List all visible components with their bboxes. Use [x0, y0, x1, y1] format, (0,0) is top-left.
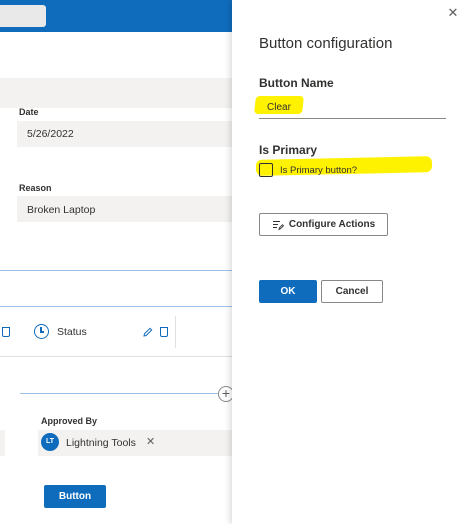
edit-icon[interactable] — [143, 327, 153, 337]
date-label: Date — [19, 107, 39, 117]
configure-actions-label: Configure Actions — [288, 219, 376, 230]
background-form: Date 5/26/2022 Reason Broken Laptop Stat… — [0, 0, 232, 524]
is-primary-checkbox[interactable] — [259, 163, 273, 177]
clock-icon — [34, 324, 49, 339]
form-header-strip — [0, 78, 232, 108]
divider — [0, 356, 232, 357]
ok-button[interactable]: OK — [259, 280, 317, 303]
configure-actions-button[interactable]: Configure Actions — [259, 213, 388, 236]
button-configuration-panel: ✕ Button configuration Button Name Is Pr… — [232, 0, 474, 524]
trash-icon[interactable] — [2, 327, 10, 337]
trash-icon[interactable] — [160, 327, 168, 337]
command-bar-button[interactable] — [0, 5, 46, 27]
section-divider — [0, 306, 232, 307]
top-command-bar — [0, 0, 232, 32]
approver-name: Lightning Tools — [66, 437, 136, 449]
remove-icon[interactable]: ✕ — [146, 435, 155, 448]
cancel-button[interactable]: Cancel — [321, 280, 383, 303]
is-primary-checkbox-row[interactable]: Is Primary button? — [259, 163, 357, 177]
status-tab-label: Status — [57, 326, 87, 338]
button-name-label: Button Name — [259, 76, 334, 90]
reason-label: Reason — [19, 183, 52, 193]
reason-value: Broken Laptop — [27, 204, 96, 216]
add-icon[interactable]: + — [218, 386, 232, 402]
field-box — [0, 430, 5, 456]
approved-by-label: Approved By — [41, 416, 98, 426]
button-name-input[interactable] — [259, 96, 446, 119]
form-button[interactable]: Button — [44, 485, 106, 508]
section-divider — [20, 393, 232, 394]
date-value: 5/26/2022 — [27, 128, 74, 140]
configure-actions-icon — [272, 220, 284, 230]
close-icon[interactable]: ✕ — [446, 6, 460, 20]
tab-status[interactable]: Status — [24, 316, 176, 348]
is-primary-label: Is Primary — [259, 143, 318, 157]
avatar: LT — [41, 433, 59, 451]
is-primary-checkbox-label: Is Primary button? — [280, 164, 358, 176]
section-divider — [0, 270, 232, 271]
panel-title: Button configuration — [259, 35, 393, 52]
